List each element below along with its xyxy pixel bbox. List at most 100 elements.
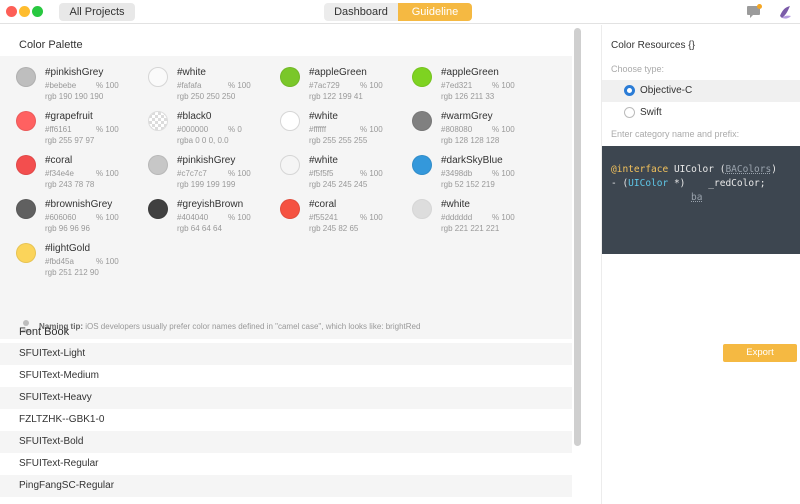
color-swatch[interactable]: #white #fafafa% 100 rgb 250 250 250 xyxy=(132,56,264,101)
color-swatch[interactable]: #grapefruit #ff6161% 100 rgb 255 97 97 xyxy=(0,100,132,145)
zoom-window-button[interactable] xyxy=(32,6,43,17)
color-dot xyxy=(16,199,36,219)
font-item[interactable]: SFUIText-Heavy xyxy=(0,387,572,409)
color-alpha: % 100 xyxy=(492,81,515,90)
naming-tip: Naming tip: iOS developers usually prefe… xyxy=(39,322,420,331)
color-dot xyxy=(16,67,36,87)
code-return-ptr: *) xyxy=(668,178,686,189)
color-swatch[interactable]: #black0 #000000% 0 rgba 0 0 0, 0.0 xyxy=(132,100,264,145)
font-item[interactable]: SFUIText-Light xyxy=(0,343,572,365)
prefix-input[interactable]: ba xyxy=(691,192,702,203)
objective-c-label: Objective-C xyxy=(640,85,693,96)
comment-icon[interactable] xyxy=(745,3,763,21)
guideline-panel: Color Palette #pinkishGrey #bebebe% 100 rg… xyxy=(0,25,572,504)
color-hex: #bebebe xyxy=(45,81,77,90)
color-hex: #f34e4e xyxy=(45,169,74,178)
color-swatch[interactable]: #pinkishGrey #c7c7c7% 100 rgb 199 199 199 xyxy=(132,144,264,189)
color-hex: #ffffff xyxy=(309,125,327,134)
color-swatch[interactable]: #greyishBrown #404040 % 100 rgb 64 64 64 xyxy=(132,188,264,233)
color-hex: #808080 xyxy=(441,125,473,134)
color-swatch[interactable]: #coral #f55241 % 100 rgb 245 82 65 xyxy=(264,188,396,233)
color-swatch[interactable]: #lightGold #fbd45a % 100 rgb 251 212 90 xyxy=(0,232,132,277)
color-alpha: % 100 xyxy=(360,213,383,222)
color-alpha: % 100 xyxy=(360,125,383,134)
color-hex: #dddddd xyxy=(441,213,473,222)
color-hex: #ff6161 xyxy=(45,125,72,134)
color-dot xyxy=(412,111,432,131)
color-hex: #606060 xyxy=(45,213,77,222)
vertical-scrollbar[interactable] xyxy=(574,28,581,446)
color-swatch[interactable]: #appleGreen #7ed321% 100 rgb 126 211 33 xyxy=(396,56,528,101)
color-swatch[interactable]: #white #dddddd % 100 rgb 221 221 221 xyxy=(396,188,528,233)
color-hex: #f5f5f5 xyxy=(309,169,334,178)
color-resources-title: Color Resources {} xyxy=(611,40,695,51)
color-swatch[interactable]: #white #ffffff% 100 rgb 255 255 255 xyxy=(264,100,396,145)
tab-dashboard[interactable]: Dashboard xyxy=(324,3,398,21)
color-dot xyxy=(148,111,168,131)
choose-type-label: Choose type: xyxy=(611,64,665,74)
color-name: #black0 xyxy=(177,111,212,122)
naming-tip-text: iOS developers usually prefer color name… xyxy=(85,322,421,331)
color-name: #white xyxy=(309,155,338,166)
code-preview: @interface UIColor (BAColors) - (UIColor… xyxy=(602,146,800,362)
sketch-plugin-icon[interactable] xyxy=(776,3,794,21)
color-rgb: rgb 64 64 64 xyxy=(177,224,222,233)
color-swatch[interactable]: #warmGrey #808080% 100 rgb 128 128 128 xyxy=(396,100,528,145)
color-swatch[interactable]: #brownishGrey #606060% 100 rgb 96 96 96 xyxy=(0,188,132,233)
color-name: #warmGrey xyxy=(441,111,493,122)
color-rgb: rgb 251 212 90 xyxy=(45,268,99,277)
font-item[interactable]: PingFangSC-Regular xyxy=(0,475,572,497)
option-swift[interactable]: Swift xyxy=(602,102,800,124)
category-name-input[interactable]: BAColors xyxy=(725,164,771,175)
color-swatch[interactable]: #darkSkyBlue #3498db% 100 rgb 52 152 219 xyxy=(396,144,528,189)
color-alpha: % 100 xyxy=(96,169,119,178)
color-alpha: % 100 xyxy=(360,169,383,178)
color-swatch[interactable]: #coral #f34e4e% 100 rgb 243 78 78 xyxy=(0,144,132,189)
color-hex: #000000 xyxy=(177,125,209,134)
code-line-method: - (UIColor *) _redColor; xyxy=(611,178,765,189)
color-rgb: rgb 221 221 221 xyxy=(441,224,500,233)
color-dot xyxy=(412,155,432,175)
color-alpha: % 100 xyxy=(228,169,251,178)
code-method-name: _redColor; xyxy=(708,178,766,189)
color-name: #white xyxy=(177,67,206,78)
color-name: #white xyxy=(309,111,338,122)
color-name: #appleGreen xyxy=(441,67,499,78)
color-name: #grapefruit xyxy=(45,111,93,122)
color-swatch[interactable]: #appleGreen #7ac729% 100 rgb 122 199 41 xyxy=(264,56,396,101)
color-name: #coral xyxy=(309,199,337,210)
minimize-window-button[interactable] xyxy=(19,6,30,17)
tab-guideline[interactable]: Guideline xyxy=(398,3,472,21)
color-alpha: % 0 xyxy=(228,125,242,134)
color-alpha: % 100 xyxy=(96,125,119,134)
code-method-prefix: - ( xyxy=(611,178,629,189)
font-item[interactable]: SFUIText-Medium xyxy=(0,365,572,387)
color-dot xyxy=(280,155,300,175)
color-palette-title: Color Palette xyxy=(19,39,83,51)
option-objective-c[interactable]: Objective-C xyxy=(602,80,800,102)
color-name: #brownishGrey xyxy=(45,199,113,210)
code-interface-keyword: @interface xyxy=(611,164,669,175)
font-item[interactable]: SFUIText-Bold xyxy=(0,431,572,453)
color-alpha: % 100 xyxy=(492,125,515,134)
objective-c-radio[interactable] xyxy=(624,85,635,96)
color-name: #greyishBrown xyxy=(177,199,244,210)
close-window-button[interactable] xyxy=(6,6,17,17)
font-item[interactable]: SFUIText-Regular xyxy=(0,453,572,475)
color-dot xyxy=(412,67,432,87)
export-button[interactable]: Export xyxy=(723,344,797,362)
color-swatch[interactable]: #white #f5f5f5% 100 rgb 245 245 245 xyxy=(264,144,396,189)
code-line-interface: @interface UIColor (BAColors) xyxy=(611,164,777,175)
swift-radio[interactable] xyxy=(624,107,635,118)
category-prompt: Enter category name and prefix: xyxy=(611,129,740,139)
color-hex: #7ed321 xyxy=(441,81,473,90)
font-item[interactable]: FZLTZHK--GBK1-0 xyxy=(0,409,572,431)
color-name: #lightGold xyxy=(45,243,91,254)
code-return-type: UIColor xyxy=(628,178,669,189)
color-rgb: rgb 245 82 65 xyxy=(309,224,359,233)
color-resources-panel: Color Resources {} Choose type: Objectiv… xyxy=(601,25,800,504)
color-swatch[interactable]: #pinkishGrey #bebebe% 100 rgb 190 190 190 xyxy=(0,56,132,101)
code-class-name: UIColor xyxy=(673,164,714,175)
color-hex: #7ac729 xyxy=(309,81,340,90)
all-projects-button[interactable]: All Projects xyxy=(59,3,135,21)
